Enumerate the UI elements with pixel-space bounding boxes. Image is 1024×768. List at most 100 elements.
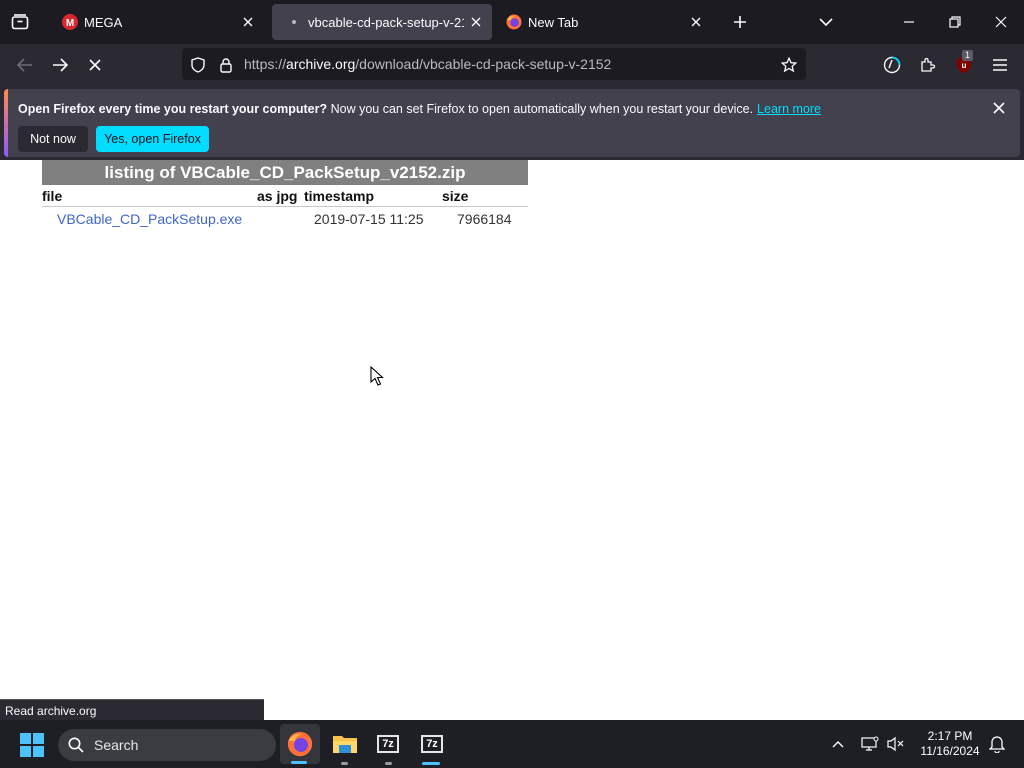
firefox-icon bbox=[287, 731, 313, 757]
7zip-icon: 7z bbox=[377, 735, 399, 753]
tab-mega[interactable]: M MEGA bbox=[48, 4, 268, 40]
puzzle-icon bbox=[921, 57, 936, 72]
volume-muted-icon bbox=[887, 736, 904, 752]
minimize-icon bbox=[904, 21, 914, 23]
close-tab-icon[interactable] bbox=[236, 10, 260, 34]
start-button[interactable] bbox=[16, 729, 48, 761]
svg-text:u: u bbox=[962, 61, 967, 70]
extensions-button[interactable] bbox=[914, 51, 942, 79]
notification-message: Open Firefox every time you restart your… bbox=[18, 102, 821, 116]
bell-icon bbox=[989, 736, 1005, 753]
ublock-origin-button[interactable]: u 1 bbox=[950, 50, 978, 79]
learn-more-link[interactable]: Learn more bbox=[757, 102, 821, 116]
back-button[interactable] bbox=[10, 50, 40, 80]
page-content: listing of VBCable_CD_PackSetup_v2152.zi… bbox=[0, 160, 1024, 720]
notification-bold-text: Open Firefox every time you restart your… bbox=[18, 102, 328, 116]
network-monitor-icon bbox=[861, 736, 879, 751]
firefox-view-icon bbox=[11, 14, 29, 30]
search-icon bbox=[68, 737, 84, 753]
notification-accent-bar bbox=[4, 89, 8, 157]
close-icon bbox=[995, 16, 1007, 28]
lock-icon[interactable] bbox=[216, 55, 236, 75]
listing-title: listing of VBCable_CD_PackSetup_v2152.zi… bbox=[42, 160, 528, 185]
loading-dot-icon bbox=[286, 14, 302, 30]
taskbar-app-7zip-second[interactable]: 7z bbox=[412, 724, 452, 764]
restore-icon bbox=[949, 16, 961, 28]
file-link[interactable]: VBCable_CD_PackSetup.exe bbox=[57, 211, 242, 227]
folder-icon bbox=[333, 736, 357, 753]
default-browser-notification: Open Firefox every time you restart your… bbox=[4, 89, 1020, 157]
url-text[interactable]: https://archive.org/download/vbcable-cd-… bbox=[244, 56, 611, 72]
url-path: /download/vbcable-cd-pack-setup-v-2152 bbox=[355, 56, 612, 72]
extension-badge: 1 bbox=[962, 50, 974, 61]
bookmark-star-button[interactable] bbox=[778, 54, 800, 76]
close-icon bbox=[993, 102, 1005, 114]
list-all-tabs-button[interactable] bbox=[812, 8, 840, 36]
minimize-button[interactable] bbox=[886, 0, 932, 44]
running-app-indicator bbox=[341, 762, 348, 765]
clock-date: 11/16/2024 bbox=[920, 744, 980, 758]
hamburger-menu-icon bbox=[993, 59, 1007, 71]
url-host: archive.org bbox=[286, 56, 356, 72]
svg-text:M: M bbox=[66, 18, 74, 29]
taskbar-app-file-explorer[interactable] bbox=[325, 724, 365, 764]
stop-icon bbox=[89, 59, 101, 71]
column-header-timestamp: timestamp bbox=[304, 188, 375, 204]
close-notification-button[interactable] bbox=[988, 97, 1010, 119]
chevron-down-icon bbox=[819, 18, 833, 27]
close-tab-icon[interactable] bbox=[464, 10, 488, 34]
windows-logo-icon bbox=[20, 733, 44, 757]
active-app-indicator bbox=[291, 761, 307, 764]
restore-button[interactable] bbox=[932, 0, 978, 44]
url-bar[interactable]: https://archive.org/download/vbcable-cd-… bbox=[182, 48, 806, 80]
volume-button[interactable] bbox=[884, 732, 908, 756]
tab-title: vbcable-cd-pack-setup-v-2152 bbox=[308, 14, 464, 30]
listing-header-row: file as jpg timestamp size bbox=[42, 185, 528, 207]
url-prefix: https:// bbox=[244, 56, 287, 72]
app-menu-button[interactable] bbox=[986, 51, 1014, 79]
network-status-button[interactable] bbox=[858, 732, 882, 756]
tab-title: MEGA bbox=[84, 14, 123, 30]
tab-title: New Tab bbox=[528, 14, 579, 30]
zip-listing-table: listing of VBCable_CD_PackSetup_v2152.zi… bbox=[42, 160, 528, 231]
star-icon bbox=[781, 57, 797, 73]
taskbar-clock[interactable]: 2:17 PM 11/16/2024 bbox=[912, 729, 988, 759]
mega-icon: M bbox=[62, 14, 78, 30]
column-header-size: size bbox=[442, 188, 469, 204]
arrow-left-icon bbox=[17, 58, 32, 72]
sync-icon bbox=[883, 56, 901, 74]
status-panel: Read archive.org bbox=[0, 699, 264, 720]
active-app-indicator bbox=[422, 762, 440, 765]
file-size: 7966184 bbox=[457, 211, 512, 227]
close-tab-icon[interactable] bbox=[684, 10, 708, 34]
tracking-protection-shield-icon[interactable] bbox=[188, 55, 208, 75]
firefox-icon bbox=[506, 14, 522, 30]
close-window-button[interactable] bbox=[978, 0, 1024, 44]
chevron-up-icon bbox=[832, 741, 844, 748]
file-timestamp: 2019-07-15 11:25 bbox=[314, 211, 424, 227]
firefox-view-button[interactable] bbox=[0, 4, 40, 40]
tab-vbcable[interactable]: vbcable-cd-pack-setup-v-2152 bbox=[272, 4, 492, 40]
stop-loading-button[interactable] bbox=[80, 50, 110, 80]
search-label: Search bbox=[94, 737, 139, 753]
mouse-cursor-icon bbox=[370, 366, 384, 386]
not-now-button[interactable]: Not now bbox=[18, 126, 88, 152]
sync-account-button[interactable] bbox=[878, 51, 906, 79]
clock-time: 2:17 PM bbox=[927, 729, 973, 743]
taskbar-search-box[interactable]: Search bbox=[58, 729, 276, 761]
new-tab-button[interactable] bbox=[726, 8, 754, 36]
7zip-icon: 7z bbox=[421, 735, 443, 753]
plus-icon bbox=[734, 16, 746, 28]
taskbar: Search 7z 7z 2:17 PM 11/16/2024 bbox=[0, 720, 1024, 768]
notifications-button[interactable] bbox=[985, 732, 1009, 756]
tab-bar: M MEGA vbcable-cd-pack-setup-v-2152 New … bbox=[0, 0, 1024, 44]
taskbar-app-7zip[interactable]: 7z bbox=[368, 724, 408, 764]
show-hidden-icons-button[interactable] bbox=[826, 732, 850, 756]
yes-open-firefox-button[interactable]: Yes, open Firefox bbox=[96, 126, 209, 152]
notification-text: Now you can set Firefox to open automati… bbox=[330, 102, 754, 116]
notification-area: Open Firefox every time you restart your… bbox=[0, 86, 1024, 160]
tab-new-tab[interactable]: New Tab bbox=[496, 4, 716, 40]
running-app-indicator bbox=[385, 762, 392, 765]
forward-button[interactable] bbox=[45, 50, 75, 80]
taskbar-app-firefox[interactable] bbox=[280, 724, 320, 764]
